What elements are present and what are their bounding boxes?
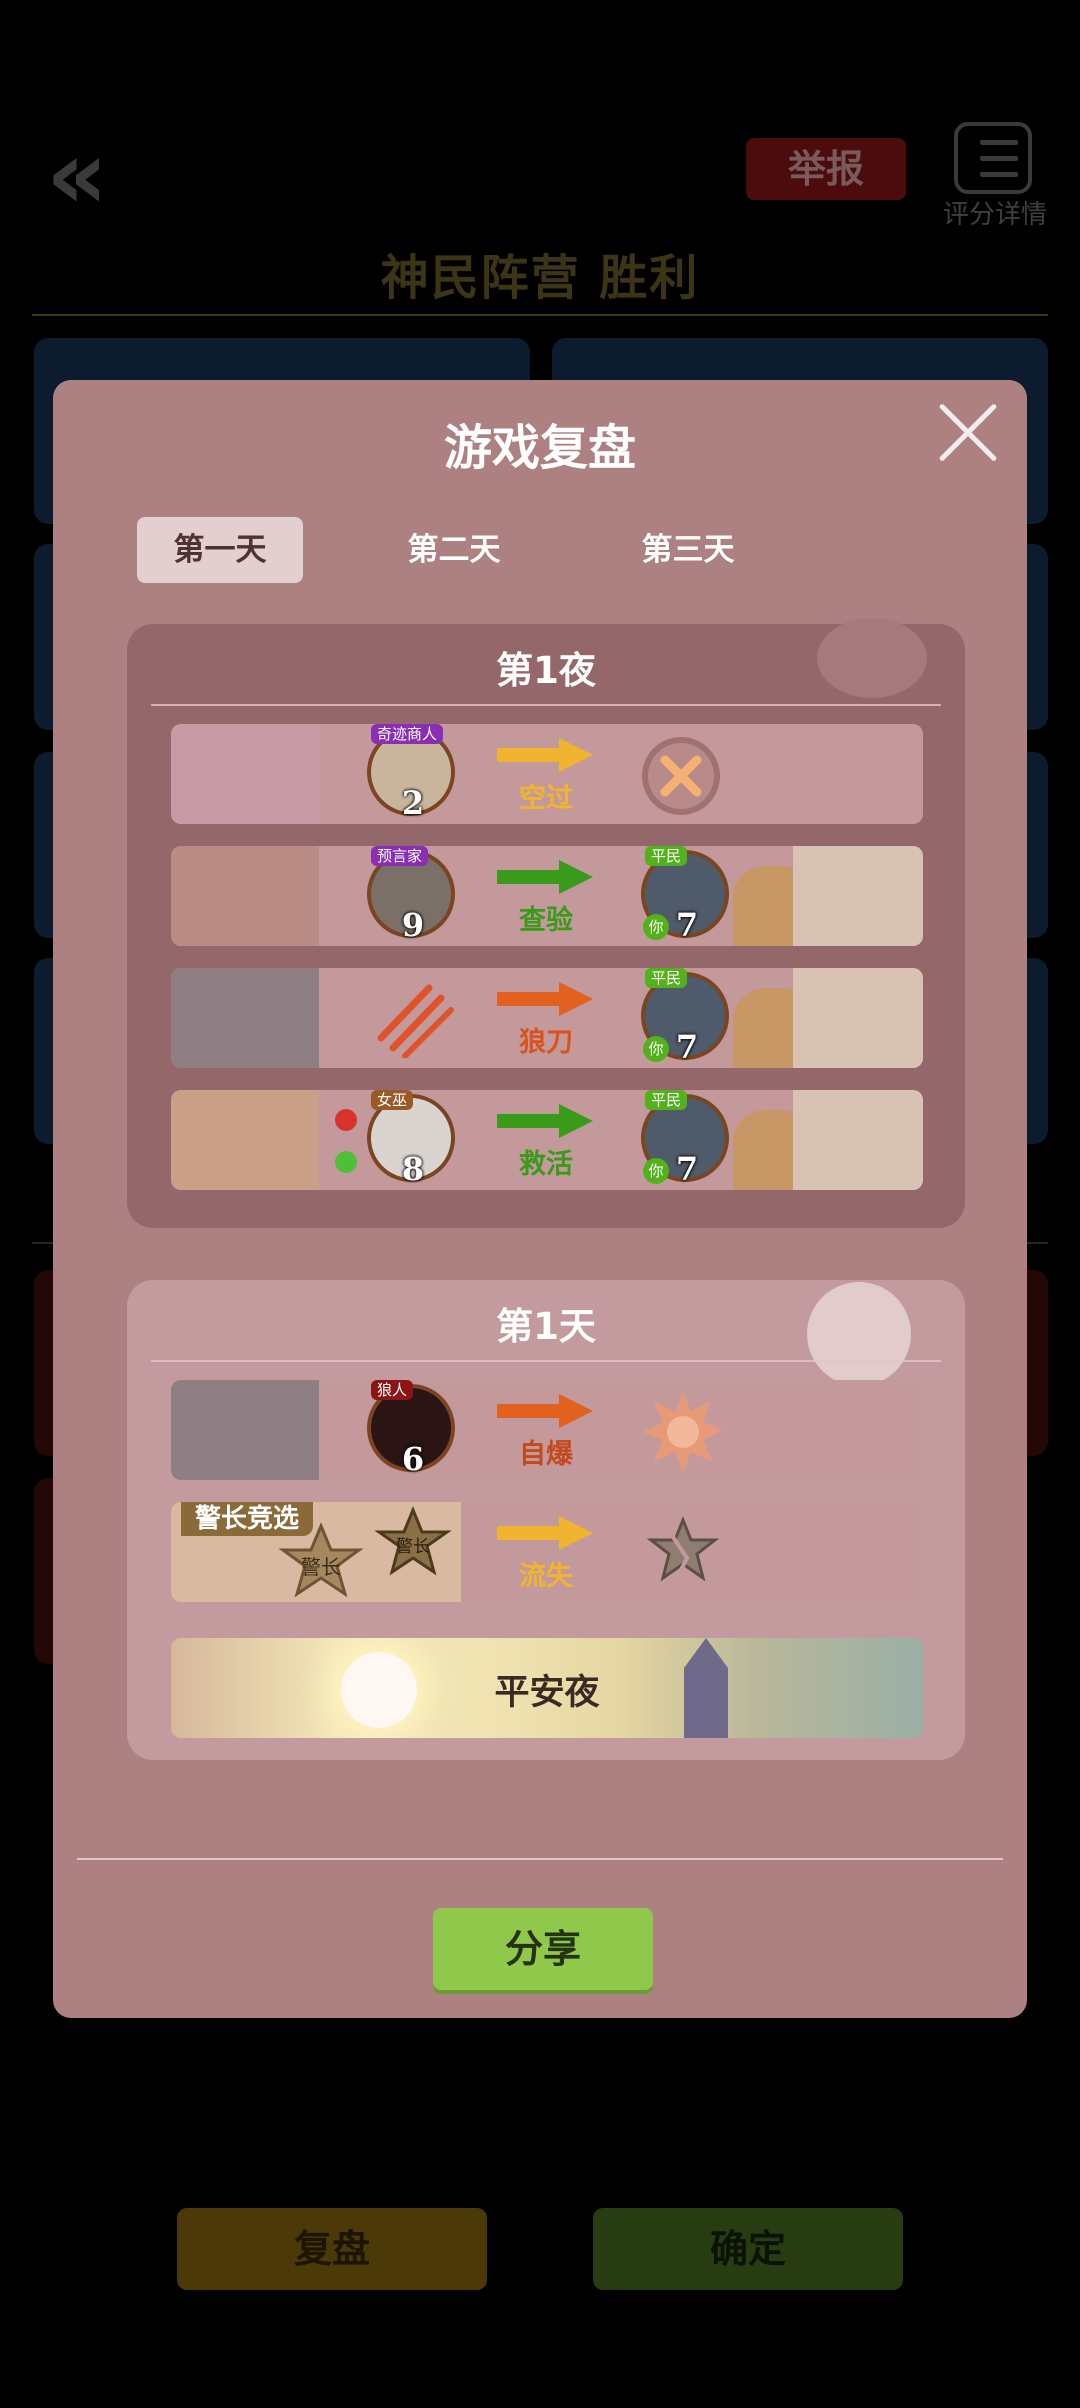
role-badge: 女巫 [371,1090,414,1110]
peaceful-night-label: 平安夜 [494,1673,600,1713]
seat-number: 6 [401,1440,425,1478]
day-event-row: 警长竞选 警长 警长 流失 [171,1502,923,1602]
result-title: 神民阵营 胜利 [380,250,700,306]
witch-portrait [171,1090,319,1190]
divider [151,704,941,706]
peaceful-night-banner: 平安夜 [171,1638,923,1738]
tab-day-3[interactable]: 第三天 [605,517,771,583]
action-label: 救活 [519,1149,573,1180]
arrow-right-icon [497,1394,593,1428]
role-badge: 平民 [645,846,688,866]
close-icon[interactable] [935,400,1001,466]
seat-number: 7 [675,1150,699,1188]
score-detail-icon[interactable] [954,122,1032,194]
arrow-right-icon [497,738,593,772]
day-panel: 第1天 狼人 6 自爆 警长竞选 警长 警长 流失 平安夜 [127,1280,965,1760]
seer-portrait [171,846,319,946]
night-title: 第1夜 [496,649,596,692]
merchant-portrait [171,724,319,824]
role-badge: 狼人 [371,1380,414,1400]
tab-day-2[interactable]: 第二天 [371,517,537,583]
share-button[interactable]: 分享 [433,1908,653,1990]
tab-day-1[interactable]: 第一天 [137,517,303,583]
review-button[interactable]: 复盘 [177,2208,487,2290]
back-chevron-icon[interactable]: « [46,127,116,223]
divider [151,1360,941,1362]
actor-avatar[interactable]: 狼人 6 [367,1380,459,1478]
arrow-right-icon [497,1516,593,1550]
role-badge: 奇迹商人 [371,724,444,744]
role-badge: 平民 [645,968,688,988]
explosion-icon [643,1392,723,1472]
night-event-row: 狼刀 平民 7 你 [171,968,923,1068]
target-avatar[interactable]: 平民 7 你 [641,1090,733,1188]
action-label: 自爆 [519,1439,573,1470]
seat-number: 7 [675,906,699,944]
seat-number: 8 [401,1150,425,1188]
you-badge: 你 [643,1158,669,1184]
actor-avatar[interactable]: 奇迹商人 2 [367,724,459,822]
divider [77,1858,1003,1860]
action-label: 流失 [519,1561,573,1592]
empty-target-x-icon [642,737,720,815]
seat-number: 2 [401,784,425,822]
werewolf-portrait [171,1380,319,1480]
day-event-row: 狼人 6 自爆 [171,1380,923,1480]
target-avatar[interactable]: 平民 7 你 [641,968,733,1066]
night-event-row: 奇迹商人 2 空过 [171,724,923,824]
night-event-row: 预言家 9 查验 平民 7 你 [171,846,923,946]
sheriff-badge-text: 警长 [301,1555,341,1579]
arrow-right-icon [497,860,593,894]
score-detail-label: 评分详情 [942,200,1047,230]
dialog-title: 游戏复盘 [443,420,636,476]
seat-number: 7 [675,1028,699,1066]
role-badge: 平民 [645,1090,688,1110]
actor-avatar[interactable]: 女巫 8 [367,1090,459,1188]
action-label: 空过 [519,783,573,814]
action-label: 狼刀 [519,1027,573,1058]
action-label: 查验 [519,905,573,936]
sheriff-badge-text: 警长 [396,1537,430,1557]
seat-number: 9 [401,906,425,944]
target-avatar[interactable]: 平民 7 你 [641,846,733,944]
actor-avatar[interactable]: 预言家 9 [367,846,459,944]
divider [32,314,1048,316]
you-badge: 你 [643,914,669,940]
sheriff-badge-icon: 警长 [278,1522,364,1598]
sheriff-badge-icon: 警长 [374,1506,452,1576]
arrow-right-icon [497,982,593,1016]
game-review-dialog: 游戏复盘 第一天 第二天 第三天 第1夜 奇迹商人 2 空过 预言家 9 查验 … [53,380,1027,2018]
villager-portrait [793,846,923,946]
role-badge: 预言家 [371,846,429,866]
night-event-row: 女巫 8 救活 平民 7 你 [171,1090,923,1190]
werewolf-portrait [171,968,319,1068]
claw-slash-icon [377,984,454,1058]
night-panel: 第1夜 奇迹商人 2 空过 预言家 9 查验 平民 7 你 狼刀 平民 7 你 … [127,618,965,1228]
arrow-right-icon [497,1104,593,1138]
potion-icon [335,1109,357,1173]
villager-portrait [793,1090,923,1190]
you-badge: 你 [643,1036,669,1062]
report-button[interactable]: 举报 [746,138,906,200]
day-title: 第1天 [496,1305,596,1348]
broken-badge-icon [646,1515,720,1582]
villager-portrait [793,968,923,1068]
confirm-button[interactable]: 确定 [593,2208,903,2290]
